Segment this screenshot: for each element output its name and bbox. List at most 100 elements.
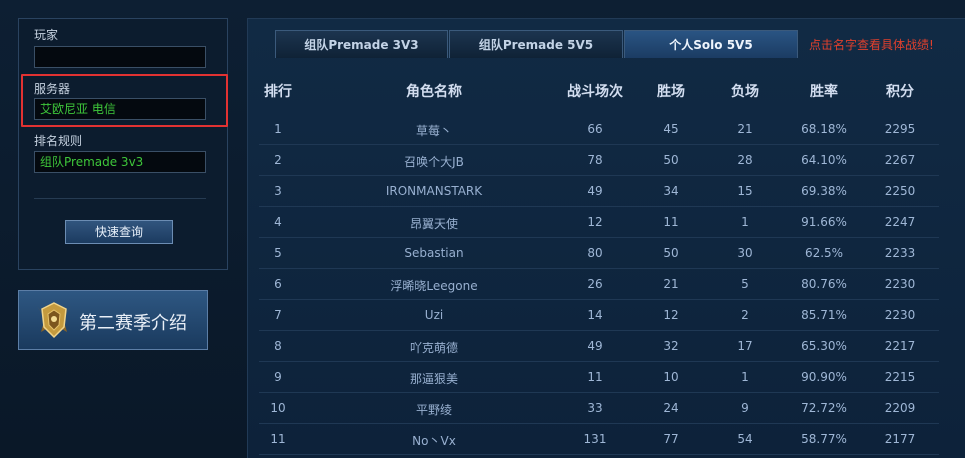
season-intro-banner[interactable]: 第二赛季介绍 bbox=[18, 290, 208, 350]
player-name-link[interactable]: No丶Vx bbox=[412, 432, 456, 449]
losses-cell: 28 bbox=[737, 153, 753, 167]
losses-cell: 54 bbox=[737, 432, 753, 446]
score-cell: 2295 bbox=[884, 122, 916, 136]
player-name-link[interactable]: 昂翼天使 bbox=[410, 215, 458, 232]
tab-hint-text: 点击名字查看具体战绩! bbox=[809, 38, 934, 52]
games-cell: 80 bbox=[587, 246, 603, 260]
header-losses: 负场 bbox=[731, 84, 759, 100]
losses-cell: 9 bbox=[741, 401, 749, 415]
player-name-link[interactable]: Uzi bbox=[425, 308, 443, 322]
winrate-cell: 80.76% bbox=[801, 277, 847, 291]
rank-cell: 7 bbox=[274, 308, 282, 322]
player-label: 玩家 bbox=[34, 28, 59, 42]
winrate-cell: 62.5% bbox=[804, 246, 844, 260]
table-row: 9 那逼狠美 11 10 1 90.90% 2215 bbox=[259, 362, 939, 393]
query-panel: 玩家 服务器 艾欧尼亚 电信 排名规则 组队Premade 3v3 快速查询 bbox=[18, 18, 228, 270]
score-cell: 2215 bbox=[884, 370, 916, 384]
games-cell: 78 bbox=[587, 153, 603, 167]
table-row: 8 吖克萌德 49 32 17 65.30% 2217 bbox=[259, 331, 939, 362]
losses-cell: 17 bbox=[737, 339, 753, 353]
table-row: 5 Sebastian 80 50 30 62.5% 2233 bbox=[259, 238, 939, 269]
table-row: 2 召唤个大JB 78 50 28 64.10% 2267 bbox=[259, 145, 939, 176]
games-cell: 11 bbox=[587, 370, 603, 384]
rank-cell: 5 bbox=[274, 246, 282, 260]
player-name-link[interactable]: 吖克萌德 bbox=[410, 339, 458, 356]
losses-cell: 30 bbox=[737, 246, 753, 260]
score-cell: 2233 bbox=[884, 246, 916, 260]
wins-cell: 34 bbox=[663, 184, 679, 198]
wins-cell: 11 bbox=[663, 215, 679, 229]
player-name-link[interactable]: 浮晞晓Leegone bbox=[390, 277, 477, 294]
losses-cell: 1 bbox=[741, 370, 749, 384]
player-name-link[interactable]: 草莓丶 bbox=[416, 122, 452, 139]
table-row: 4 昂翼天使 12 11 1 91.66% 2247 bbox=[259, 207, 939, 238]
score-cell: 2250 bbox=[884, 184, 916, 198]
server-select[interactable]: 艾欧尼亚 电信 bbox=[34, 98, 206, 120]
rank-cell: 9 bbox=[274, 370, 282, 384]
ranking-table-body: 1 草莓丶 66 45 21 68.18% 2295 2 召唤个大JB 78 5… bbox=[259, 114, 939, 455]
rank-cell: 8 bbox=[274, 339, 282, 353]
header-wins: 胜场 bbox=[657, 84, 685, 100]
header-games: 战斗场次 bbox=[567, 84, 623, 100]
table-row: 10 平野绫 33 24 9 72.72% 2209 bbox=[259, 393, 939, 424]
player-name-link[interactable]: Sebastian bbox=[404, 246, 463, 260]
rank-cell: 1 bbox=[274, 122, 282, 136]
games-cell: 131 bbox=[583, 432, 607, 446]
score-cell: 2217 bbox=[884, 339, 916, 353]
games-cell: 26 bbox=[587, 277, 603, 291]
score-cell: 2230 bbox=[884, 308, 916, 322]
winrate-cell: 64.10% bbox=[801, 153, 847, 167]
wins-cell: 10 bbox=[663, 370, 679, 384]
games-cell: 66 bbox=[587, 122, 603, 136]
panel-divider bbox=[34, 198, 206, 199]
wins-cell: 12 bbox=[663, 308, 679, 322]
winrate-cell: 69.38% bbox=[801, 184, 847, 198]
losses-cell: 15 bbox=[737, 184, 753, 198]
player-name-link[interactable]: 召唤个大JB bbox=[404, 153, 464, 170]
rank-cell: 4 bbox=[274, 215, 282, 229]
winrate-cell: 68.18% bbox=[801, 122, 847, 136]
games-cell: 12 bbox=[587, 215, 603, 229]
table-row: 3 IRONMANSTARK 49 34 15 69.38% 2250 bbox=[259, 176, 939, 207]
table-row: 7 Uzi 14 12 2 85.71% 2230 bbox=[259, 300, 939, 331]
games-cell: 49 bbox=[587, 184, 603, 198]
losses-cell: 1 bbox=[741, 215, 749, 229]
player-name-link[interactable]: 平野绫 bbox=[416, 401, 452, 418]
player-name-link[interactable]: IRONMANSTARK bbox=[386, 184, 482, 198]
table-row: 6 浮晞晓Leegone 26 21 5 80.76% 2230 bbox=[259, 269, 939, 300]
header-name: 角色名称 bbox=[406, 84, 462, 100]
gold-shield-emblem-icon bbox=[37, 302, 71, 339]
winrate-cell: 72.72% bbox=[801, 401, 847, 415]
player-input[interactable] bbox=[34, 46, 206, 68]
winrate-cell: 85.71% bbox=[801, 308, 847, 322]
tab-premade-5v5[interactable]: 组队Premade 5V5 bbox=[449, 30, 623, 58]
header-winrate: 胜率 bbox=[810, 84, 838, 100]
rank-cell: 11 bbox=[270, 432, 286, 446]
winrate-cell: 91.66% bbox=[801, 215, 847, 229]
table-row: 11 No丶Vx 131 77 54 58.77% 2177 bbox=[259, 424, 939, 455]
winrate-cell: 58.77% bbox=[801, 432, 847, 446]
score-cell: 2209 bbox=[884, 401, 916, 415]
tab-solo-5v5[interactable]: 个人Solo 5V5 bbox=[624, 30, 798, 58]
games-cell: 14 bbox=[587, 308, 603, 322]
wins-cell: 21 bbox=[663, 277, 679, 291]
losses-cell: 21 bbox=[737, 122, 753, 136]
wins-cell: 45 bbox=[663, 122, 679, 136]
score-cell: 2230 bbox=[884, 277, 916, 291]
rank-rule-select[interactable]: 组队Premade 3v3 bbox=[34, 151, 206, 173]
wins-cell: 32 bbox=[663, 339, 679, 353]
season-intro-text: 第二赛季介绍 bbox=[79, 313, 187, 334]
rank-cell: 10 bbox=[270, 401, 286, 415]
table-row: 1 草莓丶 66 45 21 68.18% 2295 bbox=[259, 114, 939, 145]
tab-premade-3v3[interactable]: 组队Premade 3V3 bbox=[275, 30, 448, 58]
header-rank: 排行 bbox=[264, 84, 292, 100]
rank-cell: 6 bbox=[274, 277, 282, 291]
score-cell: 2247 bbox=[884, 215, 916, 229]
score-cell: 2267 bbox=[884, 153, 916, 167]
player-name-link[interactable]: 那逼狠美 bbox=[410, 370, 458, 387]
wins-cell: 24 bbox=[663, 401, 679, 415]
header-score: 积分 bbox=[886, 84, 914, 100]
quick-query-button[interactable]: 快速查询 bbox=[65, 220, 173, 244]
games-cell: 33 bbox=[587, 401, 603, 415]
ladder-page: 玩家 服务器 艾欧尼亚 电信 排名规则 组队Premade 3v3 快速查询 第… bbox=[0, 0, 965, 458]
